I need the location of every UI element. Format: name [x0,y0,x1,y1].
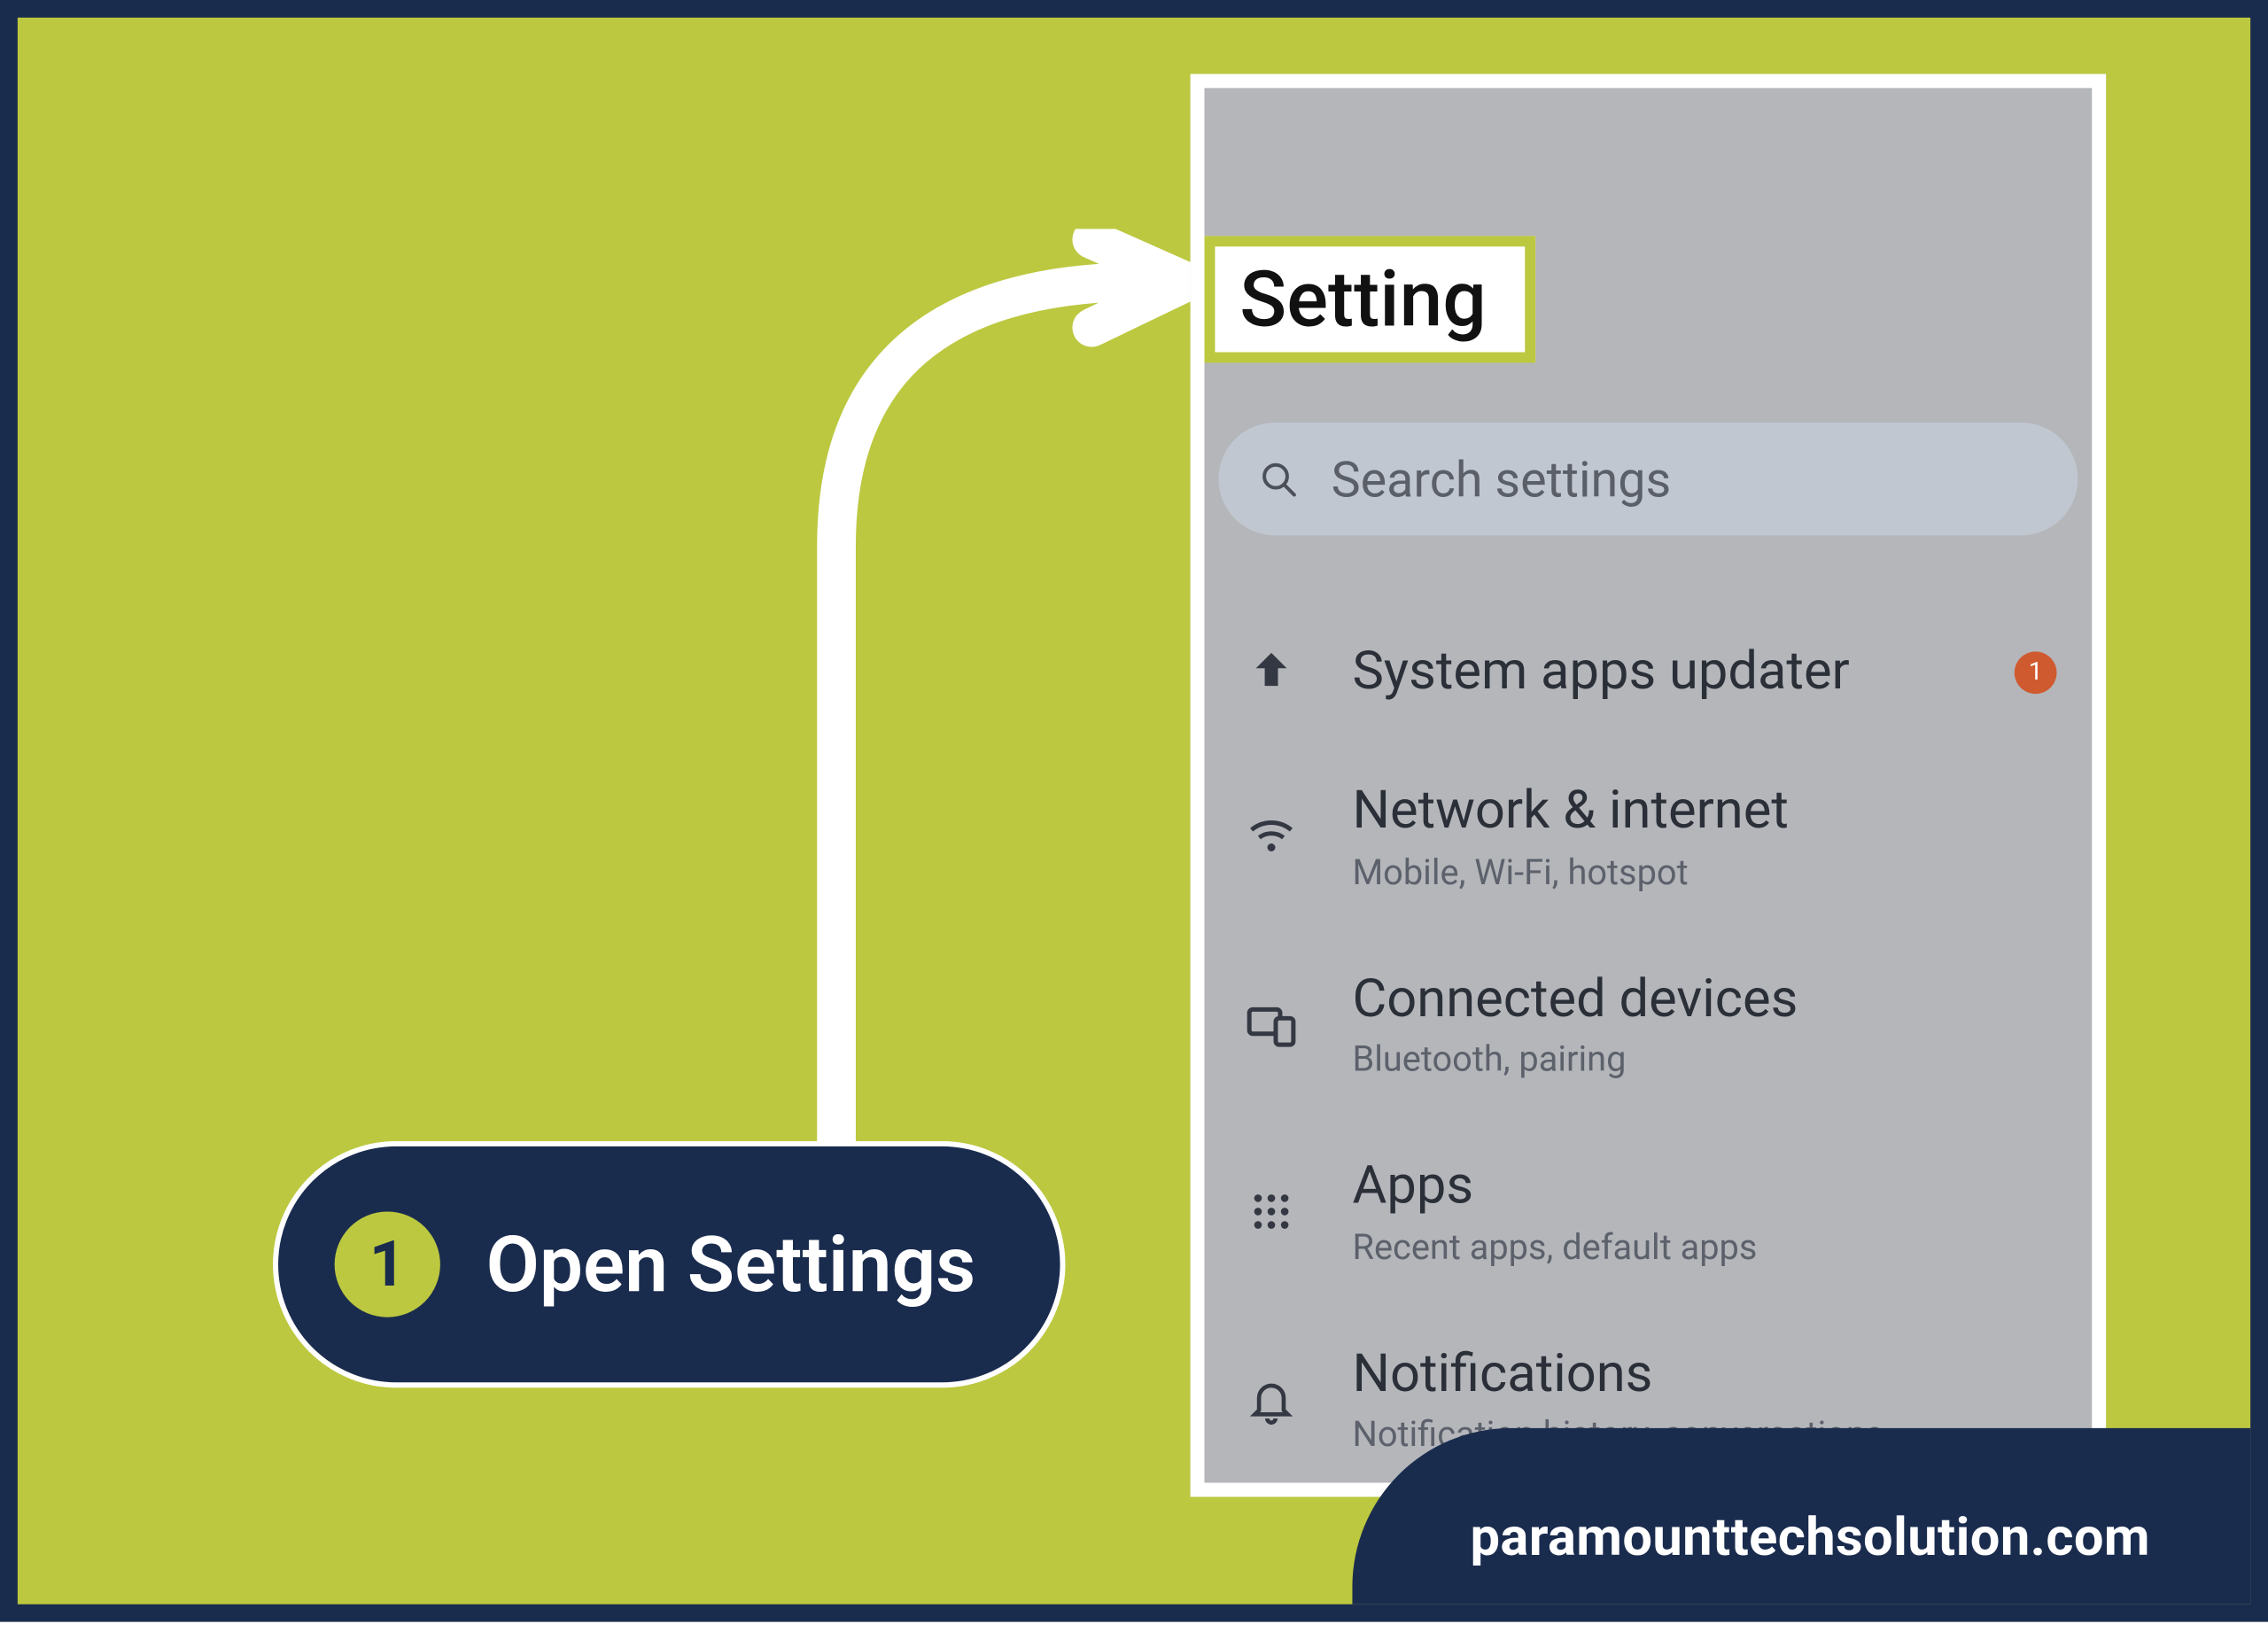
tutorial-card: 1 Open Settings Setting Search settings [0,0,2268,1622]
page-title: Setting [1205,236,1536,362]
apps-grid-icon [1239,1180,1303,1244]
list-item[interactable]: System apps updater 1 [1239,606,2056,747]
footer-ribbon: paramounttechsolution.com [1352,1428,2268,1622]
arrow-icon [792,229,1232,1179]
list-item-label: Apps [1352,1157,2056,1218]
list-item[interactable]: Apps Recent apps, default apps [1239,1122,2056,1309]
devices-icon [1239,992,1303,1056]
update-count-badge: 1 [2015,651,2057,694]
search-icon [1257,458,1300,501]
list-item-label: Notifications [1352,1345,2056,1406]
phone-screenshot: Setting Search settings System apps upda… [1191,74,2107,1496]
wifi-icon [1239,805,1303,869]
step-pill: 1 Open Settings [273,1141,1065,1387]
list-item-sub: Mobile, Wi-Fi, hotspot [1352,850,2056,892]
search-placeholder: Search settings [1332,450,1672,509]
list-item-label: Connected devices [1352,969,2056,1030]
list-item-label: Network & internet [1352,781,2056,843]
step-number-badge: 1 [335,1211,440,1317]
list-item[interactable]: Connected devices Bluetooth, pairing [1239,934,2056,1122]
list-item-label: System apps updater [1352,642,1965,703]
bell-icon [1239,1368,1303,1432]
list-item-sub: Bluetooth, pairing [1352,1037,2056,1080]
upload-arrow-icon [1239,641,1303,704]
step-label: Open Settings [486,1218,976,1309]
search-input[interactable]: Search settings [1218,423,2078,535]
list-item[interactable]: Network & internet Mobile, Wi-Fi, hotspo… [1239,747,2056,935]
footer-text: paramounttechsolution.com [1470,1506,2149,1568]
settings-list: System apps updater 1 Network & internet [1239,606,2056,1497]
list-item-sub: Recent apps, default apps [1352,1224,2056,1267]
